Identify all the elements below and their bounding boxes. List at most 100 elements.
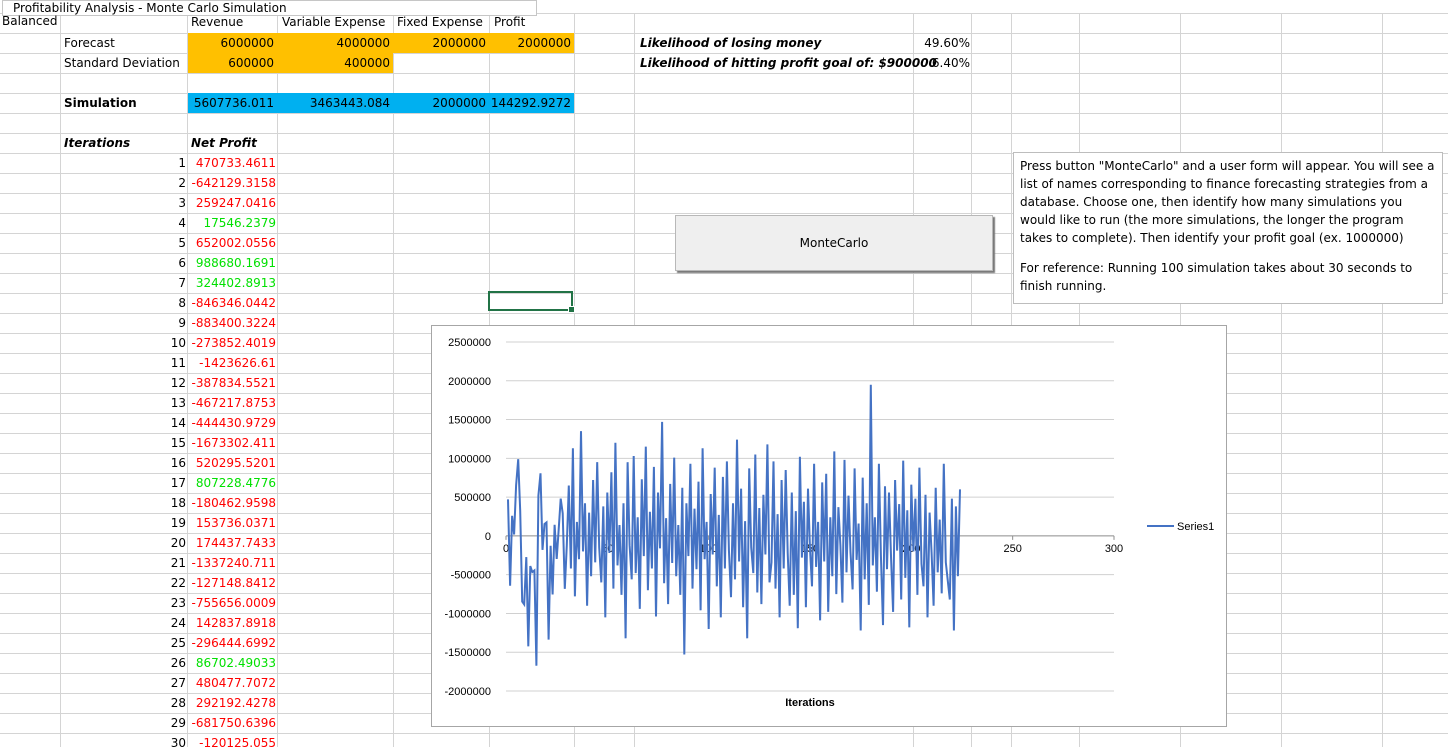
- cell-selection[interactable]: [488, 291, 575, 313]
- net-profit-value[interactable]: -273852.4019: [188, 333, 277, 353]
- net-profit-value[interactable]: 259247.0416: [188, 193, 276, 213]
- forecast-revenue[interactable]: 6000000: [188, 33, 277, 53]
- net-profit-value[interactable]: -296444.6992: [188, 633, 277, 653]
- iteration-number[interactable]: 6: [150, 253, 186, 273]
- net-profit-value[interactable]: 470733.4611: [188, 153, 276, 173]
- stddev-label[interactable]: Standard Deviation: [64, 53, 184, 73]
- y-tick-label: -1000000: [445, 608, 492, 620]
- netprofit-label[interactable]: Net Profit: [191, 133, 276, 153]
- net-profit-value[interactable]: -1337240.711: [188, 553, 277, 573]
- net-profit-chart[interactable]: 2500000 2000000 1500000 1000000 500000 0 -5000…: [431, 325, 1227, 727]
- iteration-number[interactable]: 29: [150, 713, 186, 733]
- net-profit-value[interactable]: -387834.5521: [188, 373, 277, 393]
- net-profit-value[interactable]: -681750.6396: [188, 713, 277, 733]
- net-profit-value[interactable]: -180462.9598: [188, 493, 277, 513]
- forecast-label[interactable]: Forecast: [64, 33, 184, 53]
- y-tick-label: 0: [485, 531, 491, 543]
- iteration-number[interactable]: 15: [150, 433, 186, 453]
- iteration-number[interactable]: 7: [150, 273, 186, 293]
- iteration-number[interactable]: 5: [150, 233, 186, 253]
- iterations-label[interactable]: Iterations: [64, 133, 184, 153]
- y-tick-label: 2500000: [448, 337, 491, 349]
- iteration-number[interactable]: 11: [150, 353, 186, 373]
- iteration-number[interactable]: 17: [150, 473, 186, 493]
- likelihood-goal-value[interactable]: 6.40%: [914, 53, 970, 73]
- net-profit-value[interactable]: -1673302.411: [188, 433, 277, 453]
- net-profit-value[interactable]: 292192.4278: [188, 693, 276, 713]
- simulation-revenue[interactable]: 5607736.011: [188, 93, 277, 113]
- iteration-number[interactable]: 1: [150, 153, 186, 173]
- iteration-number[interactable]: 8: [150, 293, 186, 313]
- header-fixed-expense[interactable]: Fixed Expense: [397, 13, 492, 31]
- forecast-fixed[interactable]: 2000000: [393, 33, 489, 53]
- net-profit-value[interactable]: -755656.0009: [188, 593, 277, 613]
- iteration-number[interactable]: 19: [150, 513, 186, 533]
- iteration-number[interactable]: 12: [150, 373, 186, 393]
- net-profit-value[interactable]: 142837.8918: [188, 613, 276, 633]
- net-profit-value[interactable]: -444430.9729: [188, 413, 277, 433]
- iteration-number[interactable]: 14: [150, 413, 186, 433]
- net-profit-value[interactable]: -120125.055: [188, 733, 276, 753]
- simulation-profit[interactable]: 144292.9272: [489, 93, 574, 113]
- net-profit-value[interactable]: 480477.7072: [188, 673, 276, 693]
- iteration-number[interactable]: 24: [150, 613, 186, 633]
- chart-legend: Series1: [1147, 521, 1214, 533]
- fill-handle[interactable]: [568, 306, 575, 313]
- instructions-paragraph: Press button "MonteCarlo" and a user for…: [1020, 159, 1435, 245]
- iteration-number[interactable]: 27: [150, 673, 186, 693]
- net-profit-value[interactable]: 86702.49033: [188, 653, 276, 673]
- likelihood-lose-value[interactable]: 49.60%: [914, 33, 970, 53]
- net-profit-value[interactable]: -883400.3224: [188, 313, 277, 333]
- iteration-number[interactable]: 4: [150, 213, 186, 233]
- iteration-number[interactable]: 9: [150, 313, 186, 333]
- header-profit[interactable]: Profit: [494, 13, 574, 31]
- simulation-label[interactable]: Simulation: [64, 93, 184, 113]
- net-profit-value[interactable]: -846346.0442: [188, 293, 277, 313]
- iteration-number[interactable]: 26: [150, 653, 186, 673]
- iteration-number[interactable]: 18: [150, 493, 186, 513]
- net-profit-value[interactable]: 174437.7433: [188, 533, 276, 553]
- iteration-number[interactable]: 30: [150, 733, 186, 753]
- iteration-number[interactable]: 23: [150, 593, 186, 613]
- y-tick-label: 1000000: [448, 453, 491, 465]
- stddev-revenue[interactable]: 600000: [188, 53, 277, 73]
- y-tick-label: 2000000: [448, 376, 491, 388]
- net-profit-value[interactable]: -642129.3158: [188, 173, 277, 193]
- simulation-fixed[interactable]: 2000000: [393, 93, 489, 113]
- stddev-variable[interactable]: 400000: [277, 53, 393, 73]
- simulation-variable[interactable]: 3463443.084: [277, 93, 393, 113]
- header-variable-expense[interactable]: Variable Expense: [282, 13, 392, 31]
- iteration-number[interactable]: 13: [150, 393, 186, 413]
- instructions-textbox: Press button "MonteCarlo" and a user for…: [1013, 152, 1443, 304]
- iteration-number[interactable]: 20: [150, 533, 186, 553]
- iteration-number[interactable]: 2: [150, 173, 186, 193]
- net-profit-value[interactable]: -1423626.61: [188, 353, 276, 373]
- net-profit-value[interactable]: -127148.8412: [188, 573, 277, 593]
- forecast-profit[interactable]: 2000000: [489, 33, 574, 53]
- net-profit-value[interactable]: -467217.8753: [188, 393, 277, 413]
- net-profit-value[interactable]: 652002.0556: [188, 233, 276, 253]
- net-profit-value[interactable]: 807228.4776: [188, 473, 276, 493]
- x-tick-label: 250: [1003, 543, 1021, 555]
- net-profit-value[interactable]: 988680.1691: [188, 253, 276, 273]
- net-profit-value[interactable]: 17546.2379: [188, 213, 276, 233]
- x-tick-label: 300: [1105, 543, 1123, 555]
- iteration-number[interactable]: 16: [150, 453, 186, 473]
- iteration-number[interactable]: 25: [150, 633, 186, 653]
- net-profit-value[interactable]: 324402.8913: [188, 273, 276, 293]
- iteration-number[interactable]: 22: [150, 573, 186, 593]
- iteration-number[interactable]: 21: [150, 553, 186, 573]
- iteration-number[interactable]: 10: [150, 333, 186, 353]
- cell-a1-label[interactable]: Balanced: [2, 13, 60, 29]
- net-profit-value[interactable]: 520295.5201: [188, 453, 276, 473]
- likelihood-goal-label[interactable]: Likelihood of hitting profit goal of: $9…: [640, 53, 937, 73]
- montecarlo-button[interactable]: MonteCarlo: [675, 215, 993, 271]
- header-revenue[interactable]: Revenue: [191, 13, 276, 31]
- iteration-number[interactable]: 28: [150, 693, 186, 713]
- y-tick-label: 500000: [454, 492, 491, 504]
- iteration-number[interactable]: 3: [150, 193, 186, 213]
- net-profit-value[interactable]: 153736.0371: [188, 513, 276, 533]
- likelihood-lose-label[interactable]: Likelihood of losing money: [640, 33, 920, 53]
- forecast-variable[interactable]: 4000000: [277, 33, 393, 53]
- y-tick-label: 1500000: [448, 415, 491, 427]
